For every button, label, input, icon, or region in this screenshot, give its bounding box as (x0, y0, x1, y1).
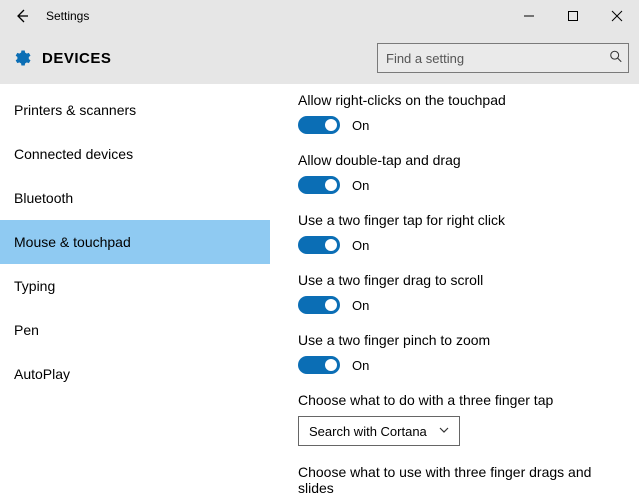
content-area: Printers & scanners Connected devices Bl… (0, 84, 639, 501)
sidebar-item-connected-devices[interactable]: Connected devices (0, 132, 270, 176)
select-three-finger-tap[interactable]: Search with Cortana (298, 416, 460, 446)
sidebar-item-printers-scanners[interactable]: Printers & scanners (0, 88, 270, 132)
chevron-down-icon (439, 425, 449, 438)
setting-allow-right-clicks: Allow right-clicks on the touchpad On (298, 92, 619, 134)
sidebar-item-autoplay[interactable]: AutoPlay (0, 352, 270, 396)
page-title: DEVICES (42, 50, 111, 67)
setting-label: Allow double-tap and drag (298, 152, 619, 168)
search-input[interactable] (377, 43, 629, 73)
setting-label: Use a two finger pinch to zoom (298, 332, 619, 348)
sidebar-item-label: Printers & scanners (14, 102, 136, 118)
sidebar: Printers & scanners Connected devices Bl… (0, 84, 270, 501)
sidebar-item-label: AutoPlay (14, 366, 70, 382)
gear-icon (10, 47, 32, 69)
setting-label: Choose what to use with three finger dra… (298, 464, 619, 496)
app-title: Settings (46, 9, 89, 23)
setting-two-finger-scroll: Use a two finger drag to scroll On (298, 272, 619, 314)
sidebar-item-label: Connected devices (14, 146, 133, 162)
select-value: Search with Cortana (309, 424, 427, 439)
setting-two-finger-tap: Use a two finger tap for right click On (298, 212, 619, 254)
search-box[interactable] (377, 43, 629, 73)
setting-label: Choose what to do with a three finger ta… (298, 392, 619, 408)
sidebar-item-label: Mouse & touchpad (14, 234, 131, 250)
toggle-state-text: On (352, 298, 369, 313)
sidebar-item-bluetooth[interactable]: Bluetooth (0, 176, 270, 220)
sidebar-item-label: Bluetooth (14, 190, 73, 206)
sidebar-item-pen[interactable]: Pen (0, 308, 270, 352)
close-button[interactable] (595, 0, 639, 32)
toggle-state-text: On (352, 238, 369, 253)
setting-two-finger-zoom: Use a two finger pinch to zoom On (298, 332, 619, 374)
sidebar-item-label: Pen (14, 322, 39, 338)
setting-label: Allow right-clicks on the touchpad (298, 92, 619, 108)
sidebar-item-mouse-touchpad[interactable]: Mouse & touchpad (0, 220, 270, 264)
setting-label: Use a two finger tap for right click (298, 212, 619, 228)
header-bar: DEVICES (0, 32, 639, 84)
toggle-two-finger-zoom[interactable] (298, 356, 340, 374)
window-controls (507, 0, 639, 32)
setting-three-finger-drag: Choose what to use with three finger dra… (298, 464, 619, 501)
search-icon (609, 50, 623, 67)
maximize-button[interactable] (551, 0, 595, 32)
sidebar-item-label: Typing (14, 278, 55, 294)
toggle-two-finger-scroll[interactable] (298, 296, 340, 314)
toggle-two-finger-tap[interactable] (298, 236, 340, 254)
titlebar: Settings (0, 0, 639, 32)
settings-panel: Allow right-clicks on the touchpad On Al… (270, 84, 639, 501)
setting-double-tap-drag: Allow double-tap and drag On (298, 152, 619, 194)
sidebar-item-typing[interactable]: Typing (0, 264, 270, 308)
setting-label: Use a two finger drag to scroll (298, 272, 619, 288)
setting-three-finger-tap: Choose what to do with a three finger ta… (298, 392, 619, 446)
toggle-allow-right-clicks[interactable] (298, 116, 340, 134)
toggle-state-text: On (352, 358, 369, 373)
back-button[interactable] (8, 2, 36, 30)
toggle-state-text: On (352, 178, 369, 193)
minimize-button[interactable] (507, 0, 551, 32)
toggle-double-tap-drag[interactable] (298, 176, 340, 194)
toggle-state-text: On (352, 118, 369, 133)
